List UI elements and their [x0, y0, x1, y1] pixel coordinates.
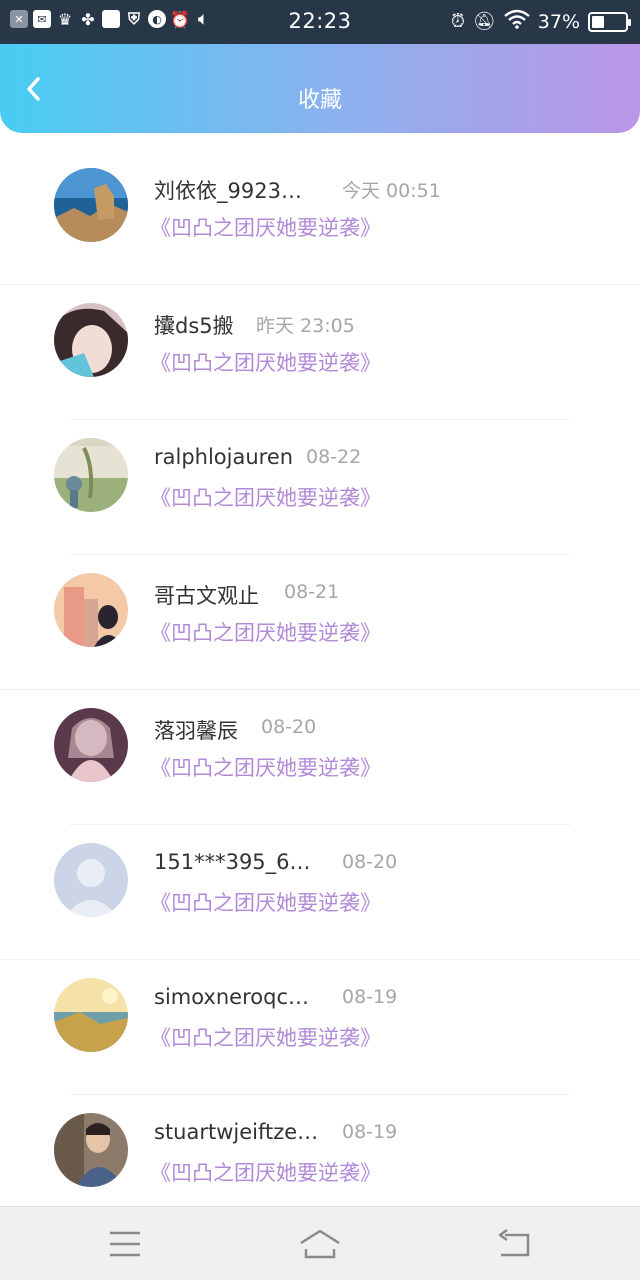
list-item[interactable]: 攮ds5搬 昨天 23:05 《凹凸之团厌她要逆袭》	[0, 285, 640, 420]
user-name: ralphlojauren	[154, 445, 294, 469]
user-name: 哥古文观止	[154, 584, 259, 608]
header-bar: 收藏	[0, 44, 640, 133]
list-item[interactable]: simoxneroqc… 08-19 《凹凸之团厌她要逆袭》	[0, 960, 640, 1095]
list-item[interactable]: 刘依依_9923… 今天 00:51 《凹凸之团厌她要逆袭》	[0, 150, 640, 285]
book-title-link[interactable]: 《凹凸之团厌她要逆袭》	[150, 752, 381, 782]
system-status: ⏰︎ 🔕︎ 37%	[450, 9, 631, 35]
back-nav-button[interactable]	[495, 1227, 535, 1261]
system-nav-bar	[0, 1206, 640, 1280]
avatar[interactable]	[54, 168, 128, 242]
alarm-icon: ⏰︎	[450, 11, 465, 32]
avatar[interactable]	[54, 303, 128, 377]
favorite-time: 昨天 23:05	[256, 315, 355, 337]
home-button[interactable]	[298, 1227, 342, 1261]
book-title-link[interactable]: 《凹凸之团厌她要逆袭》	[150, 482, 381, 512]
menu-icon	[110, 1231, 140, 1257]
favorites-list: 刘依依_9923… 今天 00:51 《凹凸之团厌她要逆袭》 攮ds5搬 昨天 …	[0, 150, 640, 1230]
book-title-link[interactable]: 《凹凸之团厌她要逆袭》	[150, 1157, 381, 1187]
user-name: 落羽馨辰	[154, 719, 238, 743]
book-title-link[interactable]: 《凹凸之团厌她要逆袭》	[150, 887, 381, 917]
home-icon	[300, 1229, 340, 1259]
favorite-time: 08-19	[342, 986, 398, 1008]
menu-button[interactable]	[105, 1227, 145, 1261]
book-title-link[interactable]: 《凹凸之团厌她要逆袭》	[150, 1022, 381, 1052]
favorite-time: 08-22	[306, 446, 362, 468]
user-name: stuartwjeiftze…	[154, 1120, 319, 1144]
default-avatar-icon	[54, 843, 128, 917]
avatar[interactable]	[54, 978, 128, 1052]
avatar[interactable]	[54, 573, 128, 647]
battery-level	[592, 16, 604, 28]
user-name: simoxneroqc…	[154, 985, 309, 1009]
status-bar: ✕ ✉ ♛ ✤ ⛨ ◐ ⏰ 🔈︎ 22:23 ⏰︎ 🔕︎ 37%	[0, 0, 640, 44]
wifi-icon	[503, 9, 530, 35]
user-name: 151***395_6…	[154, 850, 311, 874]
avatar[interactable]	[54, 708, 128, 782]
list-item[interactable]: 哥古文观止 08-21 《凹凸之团厌她要逆袭》	[0, 555, 640, 690]
favorite-time: 08-19	[342, 1121, 398, 1143]
avatar[interactable]	[54, 1113, 128, 1187]
battery-icon	[588, 12, 631, 32]
book-title-link[interactable]: 《凹凸之团厌她要逆袭》	[150, 212, 381, 242]
favorite-time: 今天 00:51	[342, 180, 441, 202]
page-title: 收藏	[297, 88, 342, 113]
book-title-link[interactable]: 《凹凸之团厌她要逆袭》	[150, 617, 381, 647]
book-title-link[interactable]: 《凹凸之团厌她要逆袭》	[150, 347, 381, 377]
favorite-time: 08-20	[342, 851, 398, 873]
user-name: 攮ds5搬	[154, 314, 234, 338]
favorite-time: 08-20	[261, 716, 317, 738]
mute-bell-icon: 🔕︎	[472, 11, 496, 32]
battery-percent: 37%	[537, 11, 580, 33]
user-name: 刘依依_9923…	[154, 179, 302, 203]
favorite-time: 08-21	[284, 581, 340, 603]
back-icon	[498, 1228, 530, 1257]
list-item[interactable]: 151***395_6… 08-20 《凹凸之团厌她要逆袭》	[0, 825, 640, 960]
list-item[interactable]: ralphlojauren 08-22 《凹凸之团厌她要逆袭》	[0, 420, 640, 555]
list-item[interactable]: 落羽馨辰 08-20 《凹凸之团厌她要逆袭》	[0, 690, 640, 825]
avatar[interactable]	[54, 843, 128, 917]
avatar[interactable]	[54, 438, 128, 512]
